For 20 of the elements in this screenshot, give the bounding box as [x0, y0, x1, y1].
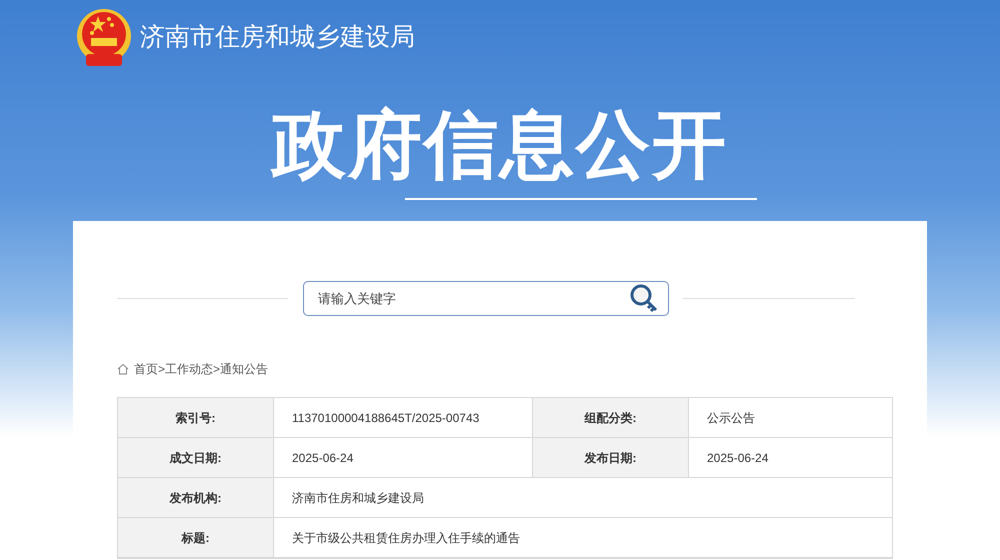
- page-title: 政府信息公开: [272, 102, 728, 188]
- breadcrumb-link[interactable]: 首页: [134, 360, 158, 378]
- search-field[interactable]: 请输入关键字: [303, 281, 669, 316]
- field-value: 关于市级公共租赁住房办理入住手续的通告: [274, 518, 893, 558]
- breadcrumb-separator: >: [213, 361, 220, 378]
- field-value: 公示公告: [689, 398, 893, 438]
- search-icon[interactable]: [629, 283, 659, 313]
- field-label: 标题:: [118, 518, 274, 558]
- breadcrumb-separator: >: [158, 361, 166, 378]
- breadcrumb-link[interactable]: 工作动态: [165, 360, 214, 378]
- field-label: 索引号:: [118, 398, 274, 438]
- home-icon: [117, 363, 129, 375]
- field-value: 2025-06-24: [689, 438, 893, 478]
- field-label: 发布日期:: [533, 438, 689, 478]
- field-label: 发布机构:: [118, 478, 274, 518]
- field-label: 成文日期:: [118, 438, 274, 478]
- breadcrumb-link[interactable]: 通知公告: [220, 360, 268, 378]
- field-label: 组配分类:: [533, 398, 689, 438]
- site-name: 济南市住房和城乡建设局: [140, 22, 415, 54]
- field-value: 济南市住房和城乡建设局: [274, 478, 893, 518]
